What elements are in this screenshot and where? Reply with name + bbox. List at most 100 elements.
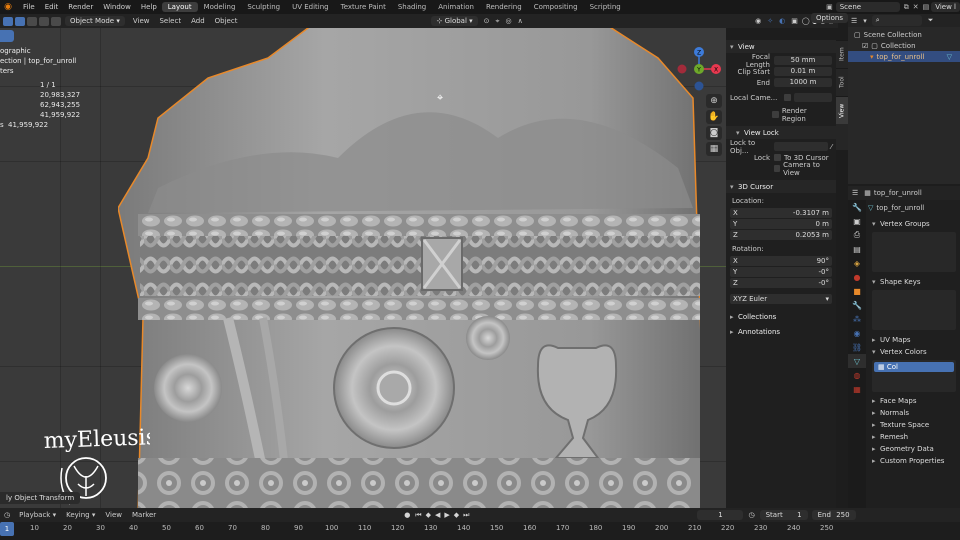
orientation-dropdown[interactable]: ⊹ Global ▾ — [431, 16, 478, 26]
render-region-checkbox[interactable] — [772, 111, 779, 118]
menu-render[interactable]: Render — [63, 3, 98, 11]
clip-start-field[interactable]: 0.01 m — [774, 67, 832, 76]
local-camera-checkbox[interactable] — [784, 94, 791, 101]
workspace-tab-sculpting[interactable]: Sculpting — [241, 2, 286, 12]
menu-help[interactable]: Help — [136, 3, 162, 11]
outliner-item-object[interactable]: ▾ top_for_unroll ▽ — [848, 51, 960, 62]
outliner-search-field[interactable]: ⌕ — [871, 15, 922, 26]
current-frame-indicator[interactable]: 1 — [0, 522, 14, 536]
menu-edit[interactable]: Edit — [40, 3, 64, 11]
checkbox-icon[interactable]: ☑ — [862, 42, 868, 50]
menu-select[interactable]: Select — [154, 17, 186, 25]
falloff-icon[interactable]: ∧ — [518, 17, 523, 25]
camera-view-icon[interactable]: ◙ — [706, 126, 722, 140]
physics-tab-icon[interactable]: ◉ — [848, 326, 866, 340]
playback-menu[interactable]: Playback ▾ — [14, 511, 61, 519]
view-lock-header[interactable]: ▾ View Lock — [726, 126, 836, 139]
view-menu[interactable]: View — [100, 511, 127, 519]
xray-icon[interactable]: ▣ — [791, 17, 798, 25]
view-layer-selector[interactable]: View l — [931, 2, 960, 12]
eyedropper-icon[interactable]: ⁄ — [831, 143, 832, 151]
menu-object[interactable]: Object — [210, 17, 243, 25]
clip-end-field[interactable]: 1000 m — [774, 78, 832, 87]
uv-maps-header[interactable]: ▸ UV Maps — [868, 334, 960, 346]
select-box-tool-icon[interactable] — [3, 16, 13, 26]
workspace-tab-scripting[interactable]: Scripting — [584, 2, 627, 12]
menu-add[interactable]: Add — [186, 17, 210, 25]
record-icon[interactable]: ● — [404, 511, 410, 519]
rotation-mode-dropdown[interactable]: XYZ Euler ▾ — [730, 294, 832, 304]
last-operator-panel[interactable]: ly Object Transform — [0, 492, 81, 504]
world-tab-icon[interactable]: ● — [848, 270, 866, 284]
zoom-icon[interactable]: ⊕ — [706, 94, 722, 108]
focal-length-field[interactable]: 50 mm — [774, 56, 832, 65]
location-x-field[interactable]: X -0.3107 m — [730, 208, 832, 218]
face-maps-header[interactable]: ▸ Face Maps — [868, 395, 960, 407]
filter-display-icon[interactable]: ▾ — [863, 17, 867, 25]
shape-keys-list[interactable] — [872, 290, 956, 330]
options-button[interactable]: Options — [808, 13, 851, 23]
editor-type-icon[interactable]: ☰ — [852, 189, 858, 197]
modifier-tab-icon[interactable]: 🔧 — [848, 298, 866, 312]
pin-icon[interactable]: ▦ — [864, 189, 871, 197]
rotation-x-field[interactable]: X 90° — [730, 256, 832, 266]
tool-tab-icon[interactable]: 🔧 — [848, 200, 866, 214]
editor-type-icon[interactable]: ☰ — [851, 17, 857, 25]
workspace-tab-layout[interactable]: Layout — [161, 2, 198, 12]
perspective-toggle-icon[interactable]: ▦ — [706, 142, 722, 156]
scene-tab-icon[interactable]: ◈ — [848, 256, 866, 270]
3d-cursor-section-header[interactable]: ▾ 3D Cursor — [726, 180, 836, 193]
viewport-gizmo-icon[interactable]: ✧ — [767, 17, 773, 25]
location-y-field[interactable]: Y 0 m — [730, 219, 832, 229]
mode-dropdown[interactable]: Object Mode ▾ — [65, 16, 125, 26]
menu-file[interactable]: File — [18, 3, 40, 11]
timeline-ruler[interactable]: 1 10 20 30 40 50 60 70 80 90 100 110 120 130 140 150 16… — [0, 522, 960, 540]
vertex-groups-list[interactable] — [872, 232, 956, 272]
view-layer-tab-icon[interactable]: ▤ — [848, 242, 866, 256]
material-tab-icon[interactable]: ◍ — [848, 368, 866, 382]
shape-keys-header[interactable]: ▾ Shape Keys — [868, 276, 960, 288]
jump-start-icon[interactable]: ⏮ — [415, 511, 421, 520]
vertex-color-item[interactable]: ▦ Col — [874, 362, 954, 372]
jump-keyframe-back-icon[interactable]: ◆ — [426, 511, 431, 519]
mesh-datablock-row[interactable]: ▽ top_for_unroll — [868, 202, 960, 214]
sculpted-marble-mesh[interactable] — [118, 28, 700, 508]
tab-tool[interactable]: Tool — [836, 68, 848, 96]
select-mode-invert-icon[interactable] — [51, 16, 61, 26]
pivot-icon[interactable]: ⊙ — [484, 17, 490, 25]
rotation-z-field[interactable]: Z -0° — [730, 278, 832, 288]
blender-logo-icon[interactable]: ◉ — [2, 2, 14, 12]
start-frame-field[interactable]: Start 1 — [759, 510, 808, 520]
remesh-header[interactable]: ▸ Remesh — [868, 431, 960, 443]
workspace-tab-uv-editing[interactable]: UV Editing — [286, 2, 335, 12]
local-camera-field[interactable] — [794, 93, 832, 102]
workspace-tab-rendering[interactable]: Rendering — [480, 2, 528, 12]
outliner-item-collection[interactable]: ☑ ▢ Collection — [848, 40, 960, 51]
copy-icon[interactable]: ⧉ — [904, 3, 909, 12]
snap-icon[interactable]: ⌖ — [496, 17, 500, 26]
lock-to-object-field[interactable] — [774, 142, 828, 151]
constraints-tab-icon[interactable]: ⛓ — [848, 340, 866, 354]
visibility-icon[interactable]: ◉ — [755, 17, 761, 25]
menu-view[interactable]: View — [128, 17, 155, 25]
mesh-data-tab-icon[interactable]: ▽ — [848, 354, 866, 368]
particles-tab-icon[interactable]: ⁂ — [848, 312, 866, 326]
annotations-section-header[interactable]: ▸ Annotations — [726, 325, 836, 338]
render-tab-icon[interactable]: ▣ — [848, 214, 866, 228]
scene-selector[interactable]: Scene — [835, 2, 900, 12]
workspace-tab-compositing[interactable]: Compositing — [528, 2, 584, 12]
collections-section-header[interactable]: ▸ Collections — [726, 310, 836, 323]
select-tool-button[interactable] — [0, 30, 14, 42]
select-mode-subtract-icon[interactable] — [39, 16, 49, 26]
navigation-gizmo[interactable]: X Z Y — [672, 40, 726, 94]
close-icon[interactable]: ✕ — [913, 3, 919, 11]
menu-window[interactable]: Window — [98, 3, 136, 11]
workspace-tab-texture-paint[interactable]: Texture Paint — [335, 2, 392, 12]
filter-icon[interactable]: ⏷ — [928, 16, 934, 25]
custom-properties-header[interactable]: ▸ Custom Properties — [868, 455, 960, 467]
pan-hand-icon[interactable]: ✋ — [706, 110, 722, 124]
vertex-colors-header[interactable]: ▾ Vertex Colors — [868, 346, 960, 358]
normals-header[interactable]: ▸ Normals — [868, 407, 960, 419]
vertex-groups-header[interactable]: ▾ Vertex Groups — [868, 218, 960, 230]
editor-type-icon[interactable]: ◷ — [4, 511, 10, 519]
